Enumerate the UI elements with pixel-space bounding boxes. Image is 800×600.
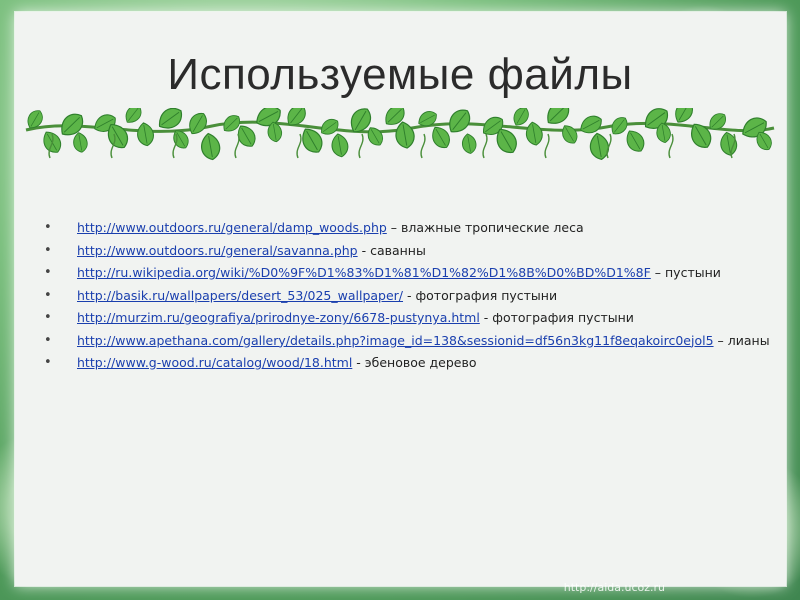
bullet-icon: • [44, 265, 52, 280]
leaf-icon [363, 123, 387, 149]
list-item: • http://www.g-wood.ru/catalog/wood/18.h… [44, 355, 774, 370]
tendril-icon [234, 133, 240, 159]
link-description: - фотография пустыни [403, 287, 558, 303]
source-link[interactable]: http://basik.ru/wallpapers/desert_53/025… [77, 288, 403, 303]
source-link[interactable]: http://www.outdoors.ru/general/damp_wood… [77, 220, 387, 235]
tendril-icon [544, 133, 550, 159]
bullet-icon: • [44, 220, 52, 235]
leaf-icon [71, 131, 90, 154]
leaf-icon [184, 109, 211, 139]
source-link[interactable]: http://www.g-wood.ru/catalog/wood/18.htm… [77, 355, 352, 370]
leaf-icon [718, 130, 739, 158]
source-link[interactable]: http://www.outdoors.ru/general/savanna.p… [77, 243, 358, 258]
link-description: - эбеновое дерево [352, 355, 477, 370]
leaf-icon [460, 132, 478, 156]
vine-garland-decoration [23, 108, 776, 162]
tendril-icon [358, 133, 364, 159]
link-description: – лианы [713, 332, 770, 348]
list-item: • http://murzim.ru/geografiya/prirodnye-… [44, 310, 774, 325]
leaf-icon [198, 131, 223, 162]
leaf-icon [523, 120, 545, 147]
link-description: - саванны [357, 242, 426, 258]
list-item: • http://www.apethana.com/gallery/detail… [44, 333, 774, 348]
source-link[interactable]: http://murzim.ru/geografiya/prirodnye-zo… [77, 310, 480, 325]
leaf-icon [393, 119, 417, 151]
tendril-icon [296, 133, 302, 159]
source-link[interactable]: http://ru.wikipedia.org/wiki/%D0%9F%D1%8… [77, 265, 651, 280]
slide-title: Используемые файлы [167, 50, 633, 99]
link-description: – влажные тропические леса [386, 220, 584, 235]
list-item: • http://ru.wikipedia.org/wiki/%D0%9F%D1… [44, 265, 774, 280]
leaf-icon [558, 121, 581, 147]
list-item: • http://basik.ru/wallpapers/desert_53/0… [44, 288, 774, 303]
list-item: • http://www.outdoors.ru/general/savanna… [44, 243, 774, 258]
bullet-icon: • [44, 310, 52, 325]
list-item: • http://www.outdoors.ru/general/damp_wo… [44, 220, 774, 235]
tendril-icon [420, 133, 426, 159]
leaf-icon [135, 120, 156, 148]
link-description: - фотография пустыни [479, 310, 634, 325]
link-description: – пустыни [650, 265, 721, 280]
bullet-icon: • [44, 332, 52, 348]
leaf-icon [576, 111, 606, 138]
bullet-icon: • [44, 287, 52, 303]
watermark-text: http://aida.ucoz.ru [563, 581, 665, 594]
bullet-icon: • [44, 242, 52, 258]
leaf-icon [329, 132, 351, 159]
leaf-icon [509, 108, 533, 129]
tendril-icon [482, 133, 488, 159]
leaf-icon [622, 126, 649, 156]
source-links-list: • http://www.outdoors.ru/general/damp_wo… [44, 220, 774, 378]
source-link[interactable]: http://www.apethana.com/gallery/details.… [77, 333, 714, 348]
leaf-icon [121, 108, 146, 127]
bullet-icon: • [44, 355, 52, 370]
